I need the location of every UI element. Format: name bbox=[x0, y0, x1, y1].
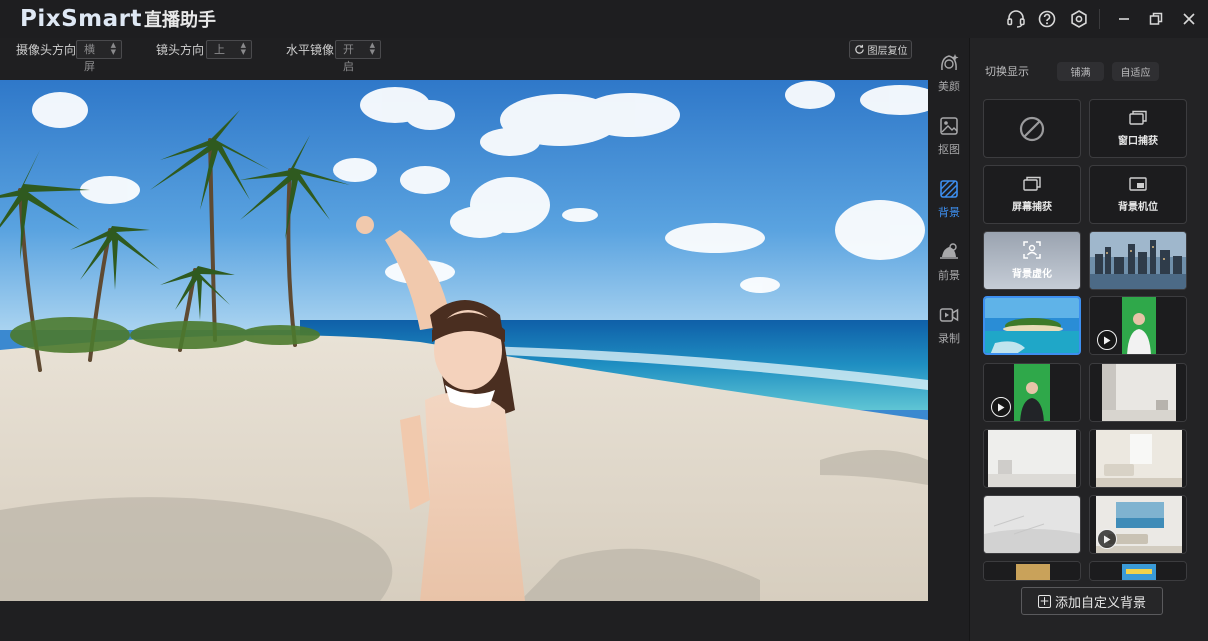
preview-canvas[interactable] bbox=[0, 80, 928, 601]
refresh-icon bbox=[854, 44, 864, 54]
help-icon[interactable] bbox=[1035, 7, 1059, 31]
background-thumb-island[interactable] bbox=[983, 296, 1081, 355]
nav-item-foreground[interactable]: 前景 bbox=[928, 241, 970, 301]
lens-direction-select[interactable]: 上 ▲ ▼ bbox=[206, 40, 252, 59]
nav-label-beauty: 美颜 bbox=[938, 80, 960, 93]
camera-direction-value: 横屏 bbox=[84, 43, 95, 73]
nav-label-matting: 抠图 bbox=[938, 143, 960, 156]
blur-person-icon bbox=[1023, 241, 1041, 259]
background-thumb-poster[interactable] bbox=[1089, 561, 1187, 581]
function-navbar: 美颜 抠图 背景 前景 录制 bbox=[928, 38, 970, 641]
fit-button[interactable]: 自适应 bbox=[1112, 62, 1159, 81]
white-studio-image bbox=[984, 496, 1080, 553]
living-room-image bbox=[1090, 430, 1186, 487]
background-none-item[interactable] bbox=[983, 99, 1081, 158]
add-custom-background-button[interactable]: + 添加自定义背景 bbox=[1021, 587, 1163, 615]
minimize-icon[interactable] bbox=[1112, 7, 1136, 31]
city-skyline-image bbox=[1090, 232, 1186, 289]
camera-toolbar: 摄像头方向 横屏 ▲ ▼ 镜头方向 上 ▲ ▼ 水平镜像 开启 ▲ ▼ 图层复位 bbox=[0, 38, 928, 80]
nav-item-record[interactable]: 录制 bbox=[928, 304, 970, 364]
title-bar: PixSmart 直播助手 bbox=[0, 0, 1208, 38]
window-capture-icon bbox=[1129, 110, 1147, 125]
screen-capture-label: 屏幕捕获 bbox=[1012, 202, 1052, 213]
play-icon bbox=[1097, 529, 1117, 549]
gold-texture-image bbox=[984, 562, 1080, 580]
nav-item-background[interactable]: 背景 bbox=[928, 178, 970, 238]
mirror-select[interactable]: 开启 ▲ ▼ bbox=[335, 40, 381, 73]
background-thumb-white-studio[interactable] bbox=[983, 495, 1081, 554]
poster-image bbox=[1090, 562, 1186, 580]
select-down-arrow-icon: ▼ bbox=[110, 48, 116, 56]
fit-button-label: 自适应 bbox=[1120, 68, 1151, 79]
background-camera-item[interactable]: 背景机位 bbox=[1089, 165, 1187, 224]
play-icon bbox=[991, 397, 1011, 417]
beach-scene-image bbox=[0, 80, 928, 601]
background-panel: 切换显示 铺满 自适应 窗口捕获 屏幕捕获 背景机位 背景虚化 + 添加自定义背… bbox=[970, 38, 1208, 641]
background-blur-item[interactable]: 背景虚化 bbox=[983, 231, 1081, 290]
nav-item-beauty[interactable]: 美颜 bbox=[928, 52, 970, 112]
close-icon[interactable] bbox=[1177, 7, 1201, 31]
mirror-value: 开启 bbox=[343, 43, 354, 73]
layer-reset-label: 图层复位 bbox=[867, 46, 908, 57]
lens-direction-label: 镜头方向 bbox=[156, 43, 205, 57]
background-thumb-gold[interactable] bbox=[983, 561, 1081, 581]
layer-reset-button[interactable]: 图层复位 bbox=[849, 40, 912, 59]
screen-capture-item[interactable]: 屏幕捕获 bbox=[983, 165, 1081, 224]
plus-icon: + bbox=[1037, 593, 1051, 608]
status-bar bbox=[0, 601, 928, 641]
titlebar-divider bbox=[1099, 9, 1100, 29]
nav-label-foreground: 前景 bbox=[938, 269, 960, 282]
select-down-arrow-icon: ▼ bbox=[240, 48, 246, 56]
window-capture-label: 窗口捕获 bbox=[1118, 136, 1158, 147]
screen-capture-icon bbox=[1023, 176, 1041, 191]
white-room-image bbox=[1090, 364, 1186, 421]
fill-button-label: 铺满 bbox=[1070, 68, 1091, 79]
app-logo: PixSmart 直播助手 bbox=[20, 4, 216, 34]
nav-item-matting[interactable]: 抠图 bbox=[928, 115, 970, 175]
select-down-arrow-icon: ▼ bbox=[369, 48, 375, 56]
camera-direction-select[interactable]: 横屏 ▲ ▼ bbox=[76, 40, 122, 73]
add-custom-background-label: 添加自定义背景 bbox=[1054, 595, 1146, 611]
background-icon bbox=[940, 180, 958, 198]
mirror-label: 水平镜像 bbox=[286, 43, 335, 57]
record-icon bbox=[939, 308, 959, 322]
background-thumb-living-room[interactable] bbox=[1089, 429, 1187, 488]
bright-room-image bbox=[984, 430, 1080, 487]
background-thumb-bright-room[interactable] bbox=[983, 429, 1081, 488]
camera-direction-label: 摄像头方向 bbox=[16, 43, 77, 57]
background-video-green-host[interactable] bbox=[1089, 296, 1187, 355]
matting-icon bbox=[940, 117, 958, 135]
display-mode-label: 切换显示 bbox=[985, 65, 1029, 78]
fill-button[interactable]: 铺满 bbox=[1057, 62, 1104, 81]
background-blur-label: 背景虚化 bbox=[1012, 269, 1052, 280]
lens-direction-value: 上 bbox=[214, 43, 225, 56]
foreground-icon bbox=[940, 243, 958, 259]
settings-icon[interactable] bbox=[1067, 7, 1091, 31]
island-image bbox=[985, 298, 1079, 353]
play-icon bbox=[1097, 330, 1117, 350]
nav-label-background: 背景 bbox=[938, 206, 960, 219]
beauty-icon bbox=[941, 54, 959, 71]
background-thumb-city[interactable] bbox=[1089, 231, 1187, 290]
background-video-green-anchor[interactable] bbox=[983, 363, 1081, 422]
background-video-sea-view-room[interactable] bbox=[1089, 495, 1187, 554]
headset-icon[interactable] bbox=[1004, 7, 1028, 31]
prohibited-icon bbox=[1019, 116, 1045, 141]
nav-label-record: 录制 bbox=[938, 332, 960, 345]
background-camera-label: 背景机位 bbox=[1118, 202, 1158, 213]
app-subtitle: 直播助手 bbox=[143, 10, 216, 31]
camera-position-icon bbox=[1129, 177, 1147, 191]
restore-icon[interactable] bbox=[1144, 7, 1168, 31]
app-brand: PixSmart bbox=[20, 6, 142, 32]
window-capture-item[interactable]: 窗口捕获 bbox=[1089, 99, 1187, 158]
background-thumb-white-room[interactable] bbox=[1089, 363, 1187, 422]
